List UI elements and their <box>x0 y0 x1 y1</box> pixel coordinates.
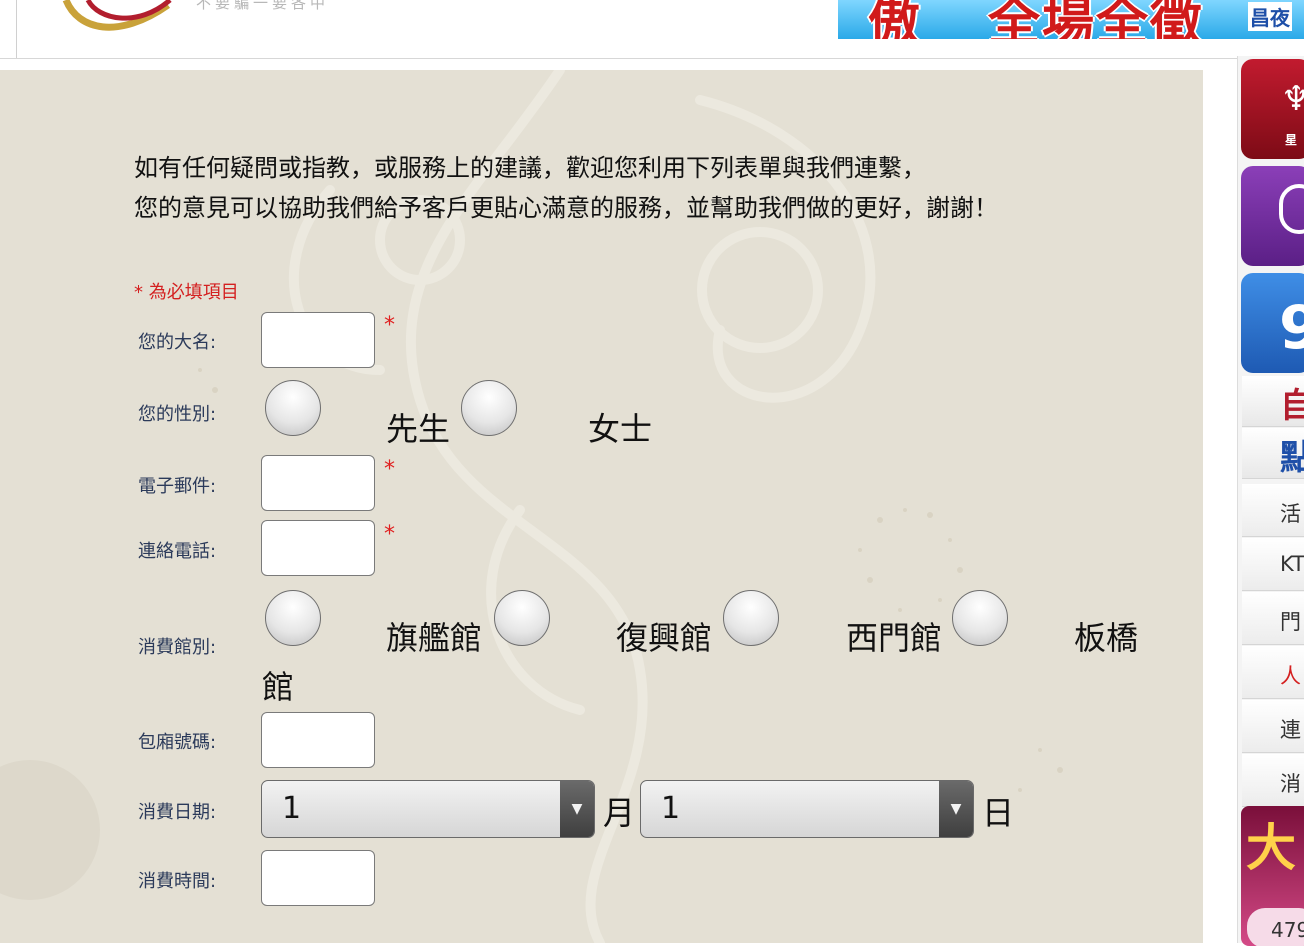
sidebar-item-careers[interactable]: 人 <box>1242 646 1304 699</box>
month-select[interactable]: 1 ▼ <box>261 780 595 838</box>
gender-radio-female[interactable] <box>461 380 517 436</box>
branch-radio-ximen[interactable] <box>723 590 779 646</box>
sidebar-item-activity[interactable]: 活 <box>1242 484 1304 537</box>
month-select-value: 1 <box>282 791 302 826</box>
branch-option-flagship: 旗艦館 <box>386 619 483 657</box>
branch-radio-banqiao[interactable] <box>952 590 1008 646</box>
sidebar-item-label: 連 <box>1280 718 1301 742</box>
branch-option-banqiao: 板橋 <box>1074 619 1139 657</box>
email-label: 電子郵件: <box>138 476 217 497</box>
sidebar-item-branches[interactable]: 門 <box>1242 592 1304 645</box>
blue-app-tile[interactable]: 9 <box>1241 273 1304 373</box>
ad-number: 479 <box>1271 918 1304 942</box>
room-label: 包廂號碼: <box>138 732 217 753</box>
purple-app-tile[interactable] <box>1241 166 1304 266</box>
sidebar-item-label: 活 <box>1280 502 1301 526</box>
contact-form-panel: 如有任何疑問或指教，或服務上的建議，歡迎您利用下列表單與我們連繫， 您的意見可以… <box>0 70 1203 943</box>
sidebar-item-label: 門 <box>1280 610 1301 634</box>
intro-line-1: 如有任何疑問或指教，或服務上的建議，歡迎您利用下列表單與我們連繫， <box>134 154 926 182</box>
day-select[interactable]: 1 ▼ <box>640 780 974 838</box>
gender-radio-male[interactable] <box>265 380 321 436</box>
name-input[interactable] <box>261 312 375 368</box>
banner-text-2: 全場全徵 <box>988 0 1205 39</box>
branch-option-banqiao-wrap: 館 <box>262 668 295 706</box>
top-ad-banner[interactable]: 傲 全場全徵 昌夜 <box>838 0 1304 39</box>
room-number-input[interactable] <box>261 712 375 768</box>
name-label: 您的大名: <box>138 332 217 353</box>
star-tile-text: 星 <box>1285 133 1298 147</box>
day-unit: 日 <box>982 794 1015 832</box>
sidebar-heading-2: 點 <box>1242 428 1304 479</box>
blue-tile-text: 9 <box>1279 293 1304 363</box>
banner-text-1: 傲 <box>868 0 921 39</box>
banner-badge: 昌夜 <box>1248 2 1292 31</box>
sidebar-heading-1: 自 <box>1242 376 1304 427</box>
time-input[interactable] <box>261 850 375 906</box>
sidebar-ad-tile[interactable]: 大 479 <box>1241 806 1304 946</box>
phone-label: 連絡電話: <box>138 541 217 562</box>
chevron-down-icon: ▼ <box>939 781 973 837</box>
email-required-star: * <box>384 457 395 482</box>
star-app-tile[interactable]: ♆ 星 <box>1241 59 1304 159</box>
right-sidebar: ♆ 星 9 自 點 活 KT 門 人 連 消 大 479 <box>1237 56 1304 946</box>
sidebar-item-consume[interactable]: 消 <box>1242 754 1304 807</box>
branch-radio-fuxing[interactable] <box>494 590 550 646</box>
branch-label: 消費館別: <box>138 637 217 658</box>
email-input[interactable] <box>261 455 375 511</box>
time-label: 消費時間: <box>138 871 217 892</box>
sidebar-item-label: KT <box>1280 552 1304 576</box>
logo-slogan: 不要騙一要各中 <box>196 0 330 12</box>
ad-big-text: 大 <box>1246 819 1296 877</box>
intro-text: 如有任何疑問或指教，或服務上的建議，歡迎您利用下列表單與我們連繫， 您的意見可以… <box>134 148 1174 228</box>
site-header: 不要騙一要各中 傲 全場全徵 昌夜 <box>0 0 1304 59</box>
branch-option-fuxing: 復興館 <box>616 619 713 657</box>
sidebar-item-label: 人 <box>1280 664 1301 688</box>
chevron-down-icon: ▼ <box>560 781 594 837</box>
site-logo[interactable] <box>58 0 178 34</box>
name-required-star: * <box>384 313 395 338</box>
required-note: * 為必填項目 <box>134 282 239 303</box>
star-logo-icon: ♆ <box>1281 79 1304 119</box>
date-label: 消費日期: <box>138 802 217 823</box>
intro-line-2: 您的意見可以協助我們給予客戶更貼心滿意的服務，並幫助我們做的更好，謝謝！ <box>134 194 998 222</box>
sidebar-item-label: 消 <box>1280 772 1301 796</box>
phone-required-star: * <box>384 522 395 547</box>
month-unit: 月 <box>603 794 636 832</box>
sidebar-heading-1-text: 自 <box>1280 386 1304 426</box>
gender-option-female: 女士 <box>588 410 653 448</box>
sidebar-heading-2-text: 點 <box>1280 438 1304 478</box>
sidebar-item-contact[interactable]: 連 <box>1242 700 1304 753</box>
gender-label: 您的性別: <box>138 404 217 425</box>
branch-radio-flagship[interactable] <box>265 590 321 646</box>
sidebar-item-ktv[interactable]: KT <box>1242 538 1304 591</box>
header-divider <box>16 0 17 58</box>
gender-option-male: 先生 <box>386 410 451 448</box>
branch-option-ximen: 西門館 <box>846 619 943 657</box>
day-select-value: 1 <box>661 791 681 826</box>
heart-key-icon <box>1279 184 1304 234</box>
phone-input[interactable] <box>261 520 375 576</box>
